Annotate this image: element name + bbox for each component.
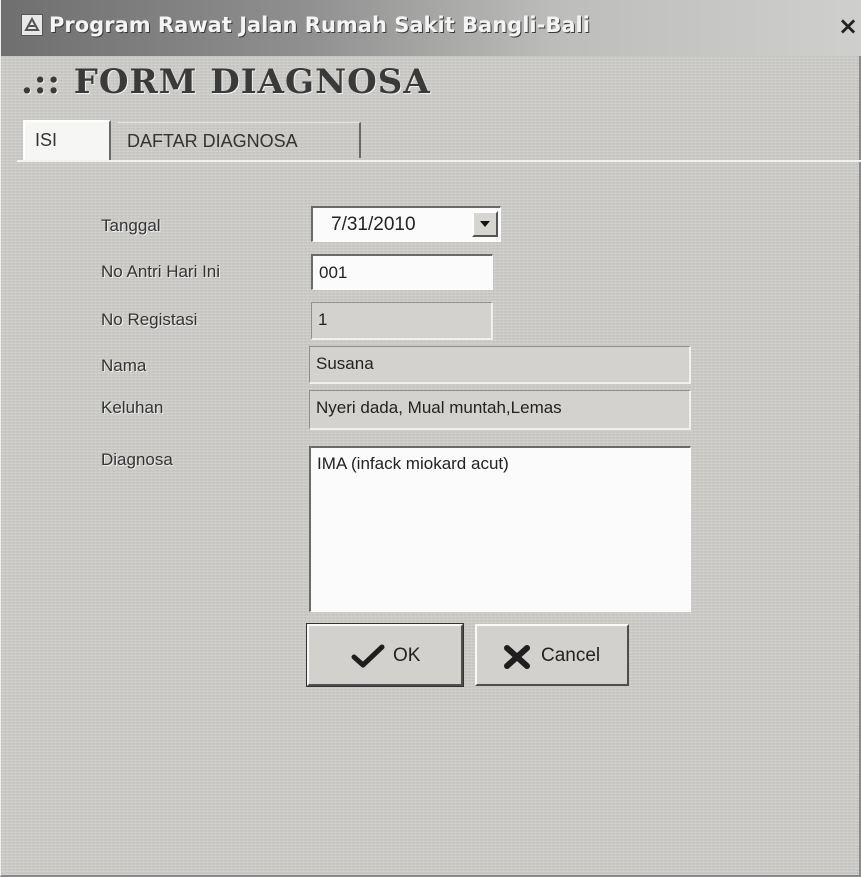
x-icon (503, 644, 531, 676)
keluhan-field: Nyeri dada, Mual muntah,Lemas (309, 390, 691, 430)
label-diagnosa: Diagnosa (101, 450, 173, 469)
chevron-down-icon[interactable] (472, 211, 498, 237)
tanggal-date-picker[interactable]: 7/31/2010 (311, 206, 501, 242)
form-heading: .:: FORM DIAGNOSA (21, 62, 431, 102)
app-icon (21, 14, 43, 36)
title-bar: Program Rawat Jalan Rumah Sakit Bangli-B… (1, 0, 861, 56)
label-no-registrasi: No Registasi (101, 310, 198, 329)
diagnosa-textarea[interactable]: IMA (infack miokard acut) (309, 446, 691, 612)
label-tanggal: Tanggal (101, 216, 161, 235)
ok-button[interactable]: OK (306, 623, 464, 687)
no-antri-input[interactable]: 001 (311, 254, 493, 290)
ok-label: OK (393, 645, 421, 666)
cancel-label: Cancel (541, 645, 601, 666)
tab-isi[interactable]: ISI (23, 120, 111, 160)
nama-field: Susana (309, 346, 691, 384)
cancel-button[interactable]: Cancel (475, 624, 629, 686)
label-no-antri: No Antri Hari Ini (101, 262, 221, 281)
main-window: Program Rawat Jalan Rumah Sakit Bangli-B… (0, 0, 861, 877)
label-nama: Nama (101, 356, 147, 375)
tab-daftar-diagnosa[interactable]: DAFTAR DIAGNOSA (117, 122, 361, 158)
tab-bar: ISI DAFTAR DIAGNOSA (17, 116, 861, 162)
close-icon[interactable]: × (834, 12, 861, 40)
tanggal-value: 7/31/2010 (331, 214, 416, 235)
no-registrasi-field: 1 (311, 302, 493, 340)
window-title: Program Rawat Jalan Rumah Sakit Bangli-B… (49, 13, 590, 37)
label-keluhan: Keluhan (101, 398, 164, 417)
checkmark-icon (351, 644, 385, 674)
